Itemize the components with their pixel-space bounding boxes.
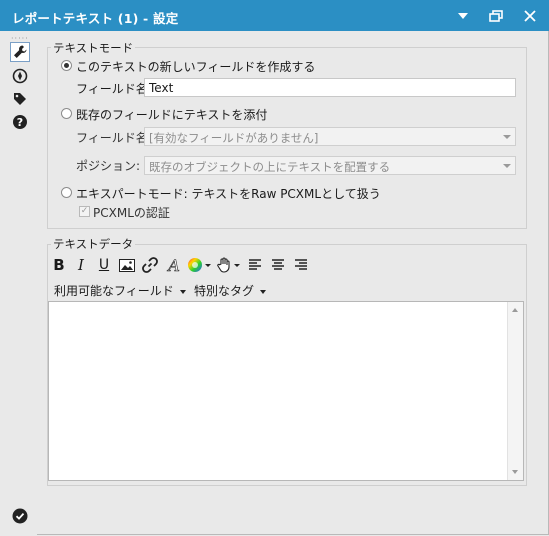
pcxml-label: PCXMLの認証 (93, 206, 170, 220)
editor-scrollbar[interactable] (507, 302, 523, 480)
wrench-icon[interactable] (10, 42, 30, 62)
window-title: レポートテキスト (1) - 設定 (12, 11, 179, 26)
underline-button[interactable]: U (96, 256, 112, 274)
position-select-value: 既存のオブジェクトの上にテキストを配置する (149, 160, 391, 174)
italic-button[interactable]: I (73, 256, 89, 274)
restore-icon[interactable] (484, 5, 508, 27)
option-new-field-label: このテキストの新しいフィールドを作成する (76, 60, 316, 74)
field-name-label: フィールド名: (76, 82, 152, 96)
hand-cursor-icon[interactable] (216, 256, 242, 274)
compass-icon[interactable] (10, 66, 30, 86)
available-fields-menu[interactable]: 利用可能なフィールド (54, 282, 186, 299)
check-circle-icon (10, 506, 30, 526)
append-field-name-label: フィールド名: (76, 131, 152, 145)
chevron-down-icon (503, 164, 511, 168)
align-right-icon[interactable] (293, 256, 309, 274)
image-icon[interactable] (118, 256, 136, 274)
text-data-label: テキストデータ (51, 236, 136, 252)
chevron-down-icon[interactable] (451, 5, 475, 27)
radio-expert-mode[interactable] (61, 187, 72, 198)
caret-down-icon (179, 289, 186, 294)
align-center-icon[interactable] (270, 256, 286, 274)
align-left-icon[interactable] (247, 256, 263, 274)
close-icon[interactable] (518, 5, 542, 27)
scroll-up-icon[interactable] (512, 308, 518, 312)
text-mode-label: テキストモード (51, 40, 136, 56)
color-picker-icon[interactable] (187, 256, 213, 274)
special-tags-menu[interactable]: 特別なタグ (194, 282, 267, 299)
chevron-down-icon (503, 135, 511, 139)
radio-append-field[interactable] (61, 108, 72, 119)
append-field-select-value: [有効なフィールドがありません] (149, 131, 319, 145)
position-label: ポジション: (76, 159, 141, 173)
help-icon[interactable]: ? (10, 112, 30, 132)
special-tags-label: 特別なタグ (194, 284, 255, 298)
radio-new-field[interactable] (61, 60, 72, 71)
position-select[interactable]: 既存のオブジェクトの上にテキストを配置する (144, 156, 516, 175)
bold-button[interactable]: B (51, 256, 67, 274)
option-expert-label: エキスパートモード: テキストをRaw PCXMLとして扱う (76, 187, 381, 201)
caret-down-icon (260, 289, 267, 294)
font-button[interactable]: A (164, 255, 184, 275)
tag-icon[interactable] (10, 89, 30, 109)
title-bar: レポートテキスト (1) - 設定 (0, 0, 549, 31)
scroll-down-icon[interactable] (512, 470, 518, 474)
available-fields-label: 利用可能なフィールド (54, 284, 174, 298)
option-append-label: 既存のフィールドにテキストを添付 (76, 108, 268, 122)
text-editor[interactable] (48, 301, 524, 481)
link-icon[interactable] (141, 256, 159, 274)
append-field-select[interactable]: [有効なフィールドがありません] (144, 127, 516, 146)
pcxml-checkbox[interactable]: ✓ (79, 206, 90, 217)
field-name-input[interactable]: Text (144, 78, 516, 97)
svg-text:?: ? (17, 116, 23, 129)
